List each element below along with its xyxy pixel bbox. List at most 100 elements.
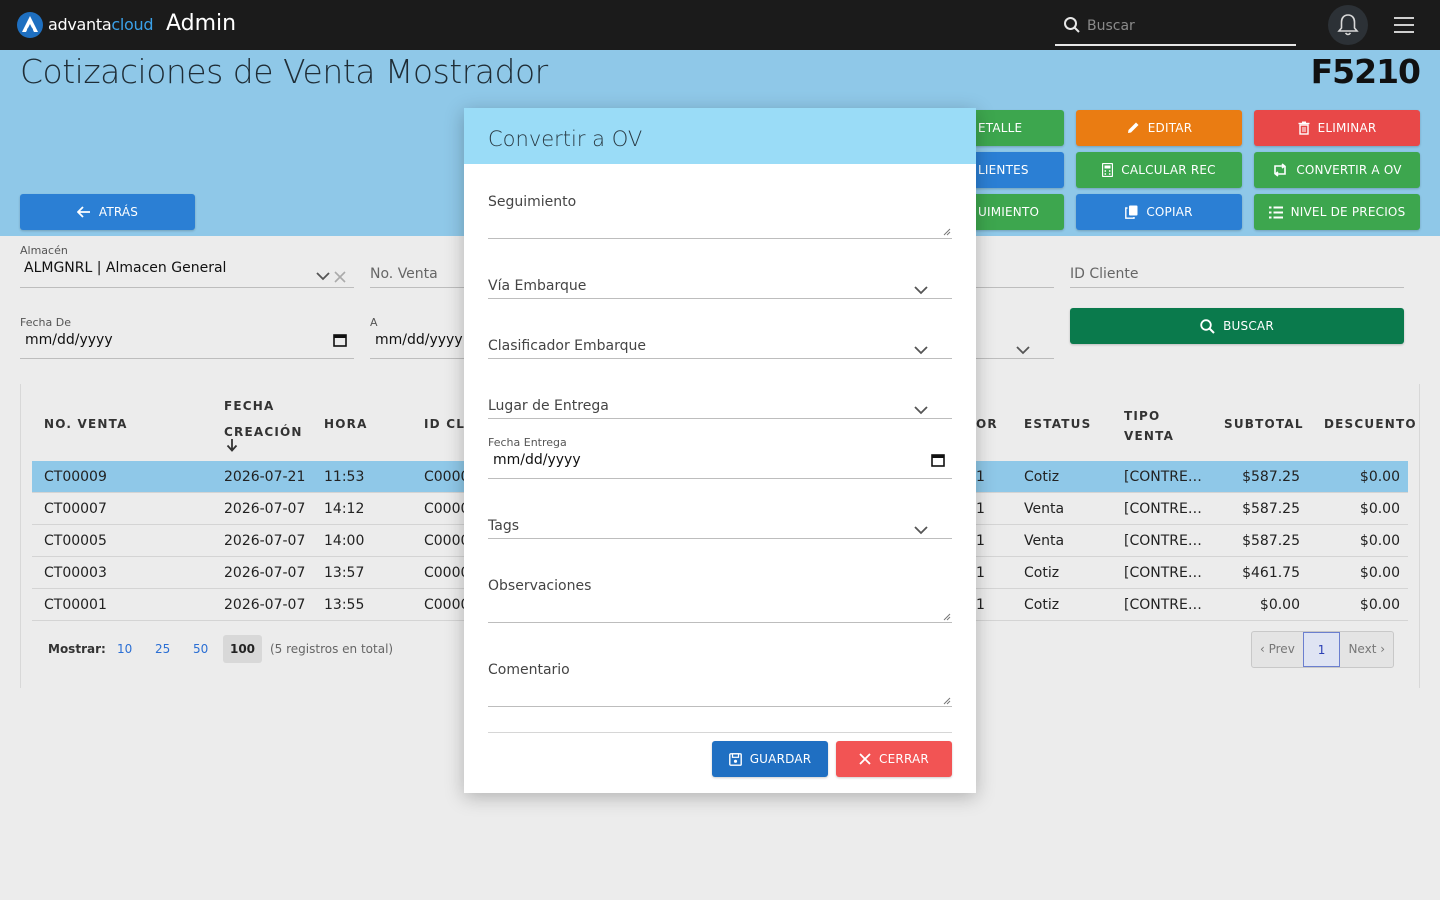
cell-fecha: 2026-07-07 [224, 597, 306, 613]
col-header-fecha-creacion[interactable]: FECHA CREACIÓN [224, 396, 303, 442]
resize-handle-icon[interactable] [943, 228, 951, 236]
via-embarque-select[interactable]: Vía Embarque [488, 278, 586, 294]
convertir-ov-button-label: CONVERTIR A OV [1296, 163, 1402, 177]
observaciones-textarea[interactable]: Observaciones [488, 578, 591, 594]
global-search[interactable] [1055, 8, 1296, 46]
cerrar-button[interactable]: CERRAR [836, 741, 952, 777]
col-header-vendedor[interactable]: OR [976, 414, 998, 434]
col-header-tipo-venta[interactable]: TIPO VENTA [1124, 406, 1174, 446]
modal-footer-divider [488, 732, 952, 733]
eliminar-button-label: ELIMINAR [1317, 121, 1377, 135]
cell-estatus: Cotiz [1024, 597, 1060, 613]
cell-id-cliente: C0000 [424, 565, 464, 581]
cell-id-cliente: C0000 [424, 469, 464, 485]
fecha-entrega-input[interactable]: mm/dd/yyyy [493, 452, 581, 468]
convertir-ov-button[interactable]: CONVERTIR A OV [1254, 152, 1420, 188]
page-size-100[interactable]: 100 [223, 635, 262, 663]
editar-button[interactable]: EDITAR [1076, 110, 1242, 146]
chevron-down-icon[interactable] [914, 346, 928, 355]
cell-estatus: Cotiz [1024, 469, 1060, 485]
lugar-entrega-select[interactable]: Lugar de Entrega [488, 398, 609, 414]
resize-handle-icon[interactable] [943, 613, 951, 621]
clasificador-embarque-select[interactable]: Clasificador Embarque [488, 338, 646, 354]
search-input[interactable] [1087, 14, 1287, 38]
search-icon [1200, 318, 1215, 334]
chevron-down-icon[interactable] [1016, 346, 1030, 355]
prev-page-button[interactable]: ‹ Prev [1252, 632, 1303, 667]
convertir-ov-modal: Convertir a OV Seguimiento Vía Embarque … [464, 108, 976, 793]
id-cliente-input[interactable]: ID Cliente [1070, 266, 1139, 282]
tags-select[interactable]: Tags [488, 518, 519, 534]
mostrar-label: Mostrar: [48, 642, 106, 656]
bell-icon [1337, 14, 1359, 36]
page-size-50[interactable]: 50 [193, 642, 208, 656]
cell-vendedor: 1 [976, 501, 985, 517]
chevron-down-icon[interactable] [316, 272, 330, 281]
trash-icon [1298, 121, 1310, 135]
calendar-icon[interactable] [931, 453, 945, 467]
cell-vendedor: 1 [976, 565, 985, 581]
calendar-icon[interactable] [333, 333, 347, 347]
a-date-underline [370, 358, 464, 359]
copiar-button[interactable]: COPIAR [1076, 194, 1242, 230]
col-header-hora[interactable]: HORA [324, 414, 368, 434]
comentario-underline [488, 706, 952, 707]
cell-vendedor: 1 [976, 469, 985, 485]
cell-hora: 11:53 [324, 469, 365, 485]
col-header-subtotal[interactable]: SUBTOTAL [1224, 414, 1304, 434]
calcular-rec-button[interactable]: CALCULAR REC [1076, 152, 1242, 188]
page-size-10[interactable]: 10 [117, 642, 132, 656]
chevron-down-icon[interactable] [914, 406, 928, 415]
page-size-25[interactable]: 25 [155, 642, 170, 656]
cell-hora: 14:12 [324, 501, 365, 517]
cell-no-venta: CT00001 [44, 597, 107, 613]
brand-text-part1: advanta [48, 15, 112, 34]
chevron-down-icon[interactable] [914, 286, 928, 295]
fecha-entrega-label: Fecha Entrega [488, 436, 567, 449]
fecha-de-label: Fecha De [20, 316, 71, 329]
calculator-icon [1102, 163, 1114, 177]
back-button-label: ATRÁS [98, 205, 139, 219]
a-date-input[interactable]: mm/dd/yyyy [375, 332, 464, 348]
sort-desc-arrow-icon[interactable] [226, 438, 238, 452]
save-disk-icon [728, 752, 742, 766]
no-venta-underline [370, 287, 464, 288]
seguimiento-button-label: UIMIENTO [978, 205, 1040, 219]
cell-no-venta: CT00009 [44, 469, 107, 485]
almacen-select[interactable]: ALMGNRL | Almacen General [24, 260, 226, 276]
records-total: (5 registros en total) [270, 642, 394, 656]
convert-arrows-icon [1274, 163, 1287, 177]
col-header-id-cliente[interactable]: ID CLI [424, 414, 464, 434]
cerrar-button-label: CERRAR [879, 752, 929, 766]
page-title: Cotizaciones de Venta Mostrador [20, 52, 548, 91]
cell-no-venta: CT00005 [44, 533, 107, 549]
search-icon [1064, 17, 1080, 33]
hidden-filter-underline [976, 287, 1054, 288]
cell-hora: 14:00 [324, 533, 365, 549]
no-venta-input[interactable]: No. Venta [370, 266, 438, 282]
notifications-button[interactable] [1328, 5, 1368, 45]
cell-subtotal: $587.25 [1242, 469, 1300, 485]
cell-descuento: $0.00 [1359, 597, 1400, 613]
comentario-textarea[interactable]: Comentario [488, 662, 570, 678]
col-header-no-venta[interactable]: NO. VENTA [44, 414, 128, 434]
cell-descuento: $0.00 [1359, 501, 1400, 517]
back-button[interactable]: ATRÁS [20, 194, 195, 230]
nivel-precios-button[interactable]: NIVEL DE PRECIOS [1254, 194, 1420, 230]
eliminar-button[interactable]: ELIMINAR [1254, 110, 1420, 146]
page-code: F5210 [1310, 52, 1421, 91]
col-header-estatus[interactable]: ESTATUS [1024, 414, 1091, 434]
col-header-descuento[interactable]: DESCUENTO [1324, 414, 1417, 434]
brand-logo[interactable]: advantacloud [48, 15, 154, 34]
buscar-button[interactable]: BUSCAR [1070, 308, 1404, 344]
next-page-button[interactable]: Next › [1340, 632, 1393, 667]
cell-no-venta: CT00003 [44, 565, 107, 581]
chevron-down-icon[interactable] [914, 526, 928, 535]
fecha-de-input[interactable]: mm/dd/yyyy [25, 332, 113, 348]
guardar-button[interactable]: GUARDAR [712, 741, 828, 777]
seguimiento-textarea[interactable]: Seguimiento [488, 194, 576, 210]
resize-handle-icon[interactable] [943, 697, 951, 705]
clear-x-icon[interactable] [334, 271, 346, 283]
current-page-button[interactable]: 1 [1302, 632, 1341, 667]
hamburger-menu-icon[interactable] [1394, 17, 1414, 33]
